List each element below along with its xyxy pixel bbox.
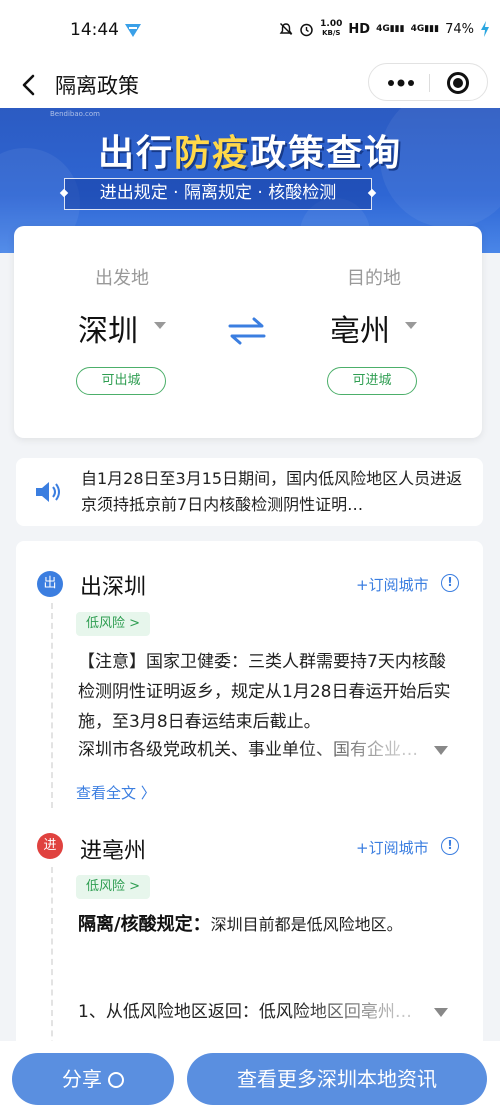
banner-subtitle: 进出规定 · 隔离规定 · 核酸检测 <box>64 178 372 210</box>
arrive-item-1: 1、从低风险地区返回：低风险地区回亳州… <box>78 1002 412 1022</box>
status-indicators: 1.00 KB/S HD 4G▮▮▮ 4G▮▮▮ 74% <box>279 20 490 38</box>
to-caret-icon[interactable] <box>405 322 417 329</box>
notice-banner[interactable]: 自1月28日至3月15日期间，国内低风险地区人员进返京须持抵京前7日内核酸检测阴… <box>16 458 483 526</box>
depart-title: 出深圳 <box>80 575 147 600</box>
arrive-rule-text: 深圳目前都是低风险地区。 <box>210 915 403 934</box>
mute-icon <box>279 23 293 35</box>
speed-value: 1.00 <box>320 19 343 29</box>
read-more-link[interactable]: 查看全文 〉 <box>76 782 156 803</box>
more-news-button[interactable]: 查看更多深圳本地资讯 <box>187 1053 487 1105</box>
depart-truncated-text: 深圳市各级党政机关、事业单位、国有企业… <box>78 740 418 760</box>
banner-title-highlight: 防疫 <box>173 133 250 174</box>
policy-panel: 出 出深圳 +订阅城市 ! 低风险 > 【注意】国家卫健委：三类人群需要持7天内… <box>16 541 483 1061</box>
banner-title-part1: 出行 <box>97 133 174 174</box>
app-notification-icon <box>125 24 141 37</box>
to-label: 目的地 <box>347 268 401 289</box>
arrive-risk-badge[interactable]: 低风险 > <box>76 875 151 899</box>
arrive-rule: 隔离/核酸规定：深圳目前都是低风险地区。 <box>78 909 458 941</box>
alarm-icon <box>300 23 313 36</box>
signal1-label: 4G <box>376 24 390 34</box>
status-bar: 14:44 1.00 KB/S HD 4G▮▮▮ 4G▮▮▮ 74% <box>0 0 500 62</box>
banner-watermark: Bendibao.com <box>50 110 101 118</box>
expand-caret-icon[interactable] <box>434 746 448 755</box>
expand-caret-icon[interactable] <box>434 1008 448 1017</box>
status-time: 14:44 <box>70 20 119 40</box>
from-city-select[interactable]: 深圳 <box>78 306 138 350</box>
more-dots-icon[interactable] <box>387 79 415 87</box>
arrive-rule-label: 隔离/核酸规定： <box>78 914 211 935</box>
speed-unit: KB/S <box>322 29 341 37</box>
from-status-badge: 可出城 <box>76 367 166 395</box>
arrive-subscribe-link[interactable]: +订阅城市 <box>356 837 429 858</box>
capsule-divider <box>429 74 430 92</box>
notice-text: 自1月28日至3月15日期间，国内低风险地区人员进返京须持抵京前7日内核酸检测阴… <box>81 469 463 514</box>
share-label: 分享 <box>62 1067 102 1091</box>
share-icon <box>108 1072 124 1088</box>
to-city-select[interactable]: 亳州 <box>330 306 390 350</box>
arrive-info-icon[interactable]: ! <box>441 837 459 855</box>
timeline-line <box>51 867 53 1061</box>
share-button[interactable]: 分享 <box>12 1053 174 1105</box>
depart-policy-text: 【注意】国家卫健委：三类人群需要持7天内核酸检测阴性证明返乡，规定从1月28日春… <box>78 652 451 732</box>
depart-info-icon[interactable]: ! <box>441 574 459 592</box>
battery-level: 74% <box>445 21 474 37</box>
depart-badge: 出 <box>37 571 63 597</box>
target-icon[interactable] <box>447 72 469 94</box>
route-card: 出发地 深圳 目的地 亳州 可出城 可进城 <box>14 226 482 438</box>
from-label: 出发地 <box>95 268 149 289</box>
speaker-icon <box>36 482 60 502</box>
signal2-label: 4G <box>410 24 425 34</box>
to-status-badge: 可进城 <box>327 367 417 395</box>
signal-4g-1: 4G▮▮▮ <box>376 24 405 34</box>
timeline-line <box>51 603 53 808</box>
banner-title-part2: 政策查询 <box>250 133 403 174</box>
mini-program-capsule <box>368 63 488 101</box>
banner-title: 出行防疫政策查询 <box>0 124 500 176</box>
hd-label: HD <box>348 21 371 37</box>
bottom-bar: 分享 查看更多深圳本地资讯 <box>0 1041 500 1111</box>
network-speed: 1.00 KB/S <box>320 20 342 38</box>
page-title: 隔离政策 <box>55 74 139 98</box>
arrive-badge: 进 <box>37 833 63 859</box>
nav-bar: 隔离政策 <box>0 62 500 108</box>
arrive-title: 进亳州 <box>80 839 147 864</box>
swap-icon[interactable] <box>226 316 268 346</box>
depart-risk-badge[interactable]: 低风险 > <box>76 612 151 636</box>
from-caret-icon[interactable] <box>154 322 166 329</box>
charging-icon <box>481 21 489 37</box>
depart-subscribe-link[interactable]: +订阅城市 <box>356 574 429 595</box>
back-arrow-icon[interactable] <box>16 68 46 102</box>
signal-4g-2: 4G▮▮▮ <box>410 24 440 34</box>
